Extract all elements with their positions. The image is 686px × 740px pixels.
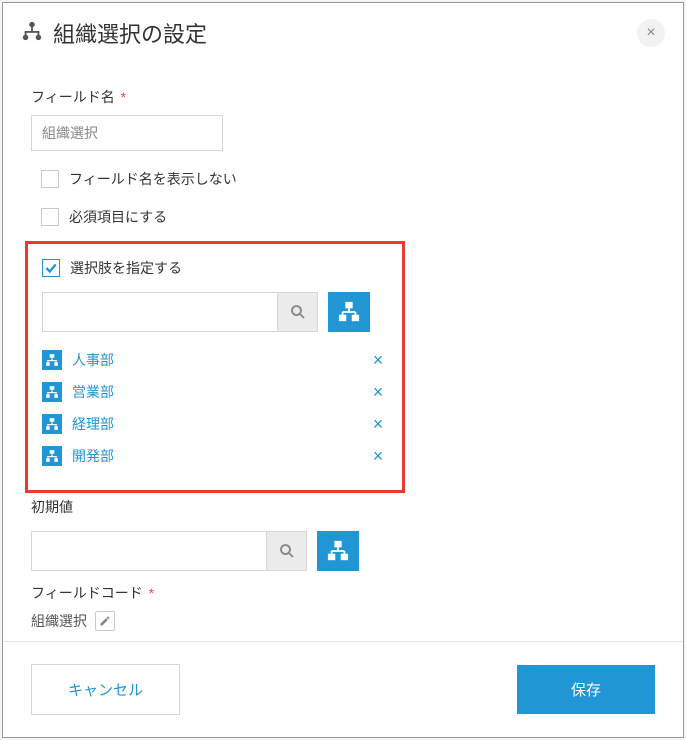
org-item-name[interactable]: 経理部	[72, 414, 114, 434]
close-icon: ×	[646, 24, 655, 42]
hide-name-checkbox[interactable]	[41, 170, 59, 188]
default-search-input[interactable]	[32, 532, 266, 570]
required-mark: *	[145, 585, 154, 601]
edit-field-code-button[interactable]	[95, 611, 115, 631]
org-item-icon	[42, 382, 62, 402]
field-name-input[interactable]	[31, 115, 223, 151]
hide-name-label: フィールド名を表示しない	[69, 169, 237, 189]
field-code-label: フィールドコード *	[31, 583, 655, 603]
specify-checkbox-row[interactable]: 選択肢を指定する	[42, 258, 388, 278]
required-checkbox[interactable]	[41, 208, 59, 226]
default-org-tree-button[interactable]	[317, 531, 359, 571]
default-value-section: 初期値	[31, 497, 655, 571]
selected-org-list: 人事部 × 営業部 × 経理部 ×	[42, 344, 388, 472]
field-code-value: 組織選択	[31, 611, 87, 631]
default-value-label: 初期値	[31, 497, 655, 517]
default-search-row	[31, 531, 655, 571]
list-item: 経理部 ×	[42, 408, 388, 440]
default-search-button[interactable]	[266, 532, 306, 570]
org-item-name[interactable]: 人事部	[72, 350, 114, 370]
search-icon	[289, 303, 307, 321]
org-item-icon	[42, 446, 62, 466]
org-search-group	[42, 292, 318, 332]
org-item-icon	[42, 414, 62, 434]
pencil-icon	[99, 615, 111, 627]
org-tree-button[interactable]	[328, 292, 370, 332]
specify-label: 選択肢を指定する	[70, 258, 182, 278]
dialog-header: 組織選択の設定 ×	[3, 3, 683, 59]
remove-button[interactable]: ×	[368, 382, 388, 403]
search-icon	[278, 542, 296, 560]
dialog: 組織選択の設定 × フィールド名 * フィールド名を表示しない 必須項目にする	[2, 2, 684, 738]
dialog-title: 組織選択の設定	[53, 17, 207, 49]
org-search-button[interactable]	[277, 293, 317, 331]
dialog-footer: キャンセル 保存	[3, 641, 683, 737]
list-item: 人事部 ×	[42, 344, 388, 376]
org-item-name[interactable]: 営業部	[72, 382, 114, 402]
required-mark: *	[117, 89, 126, 105]
org-tree-icon	[338, 301, 360, 323]
org-tree-icon	[327, 540, 349, 562]
org-item-name[interactable]: 開発部	[72, 446, 114, 466]
specify-checkbox[interactable]	[42, 259, 60, 277]
list-item: 開発部 ×	[42, 440, 388, 472]
org-icon	[21, 20, 43, 47]
org-search-input[interactable]	[43, 293, 277, 331]
required-checkbox-row[interactable]: 必須項目にする	[31, 207, 655, 227]
remove-button[interactable]: ×	[368, 414, 388, 435]
default-search-group	[31, 531, 307, 571]
org-item-icon	[42, 350, 62, 370]
close-button[interactable]: ×	[637, 19, 665, 47]
cancel-button[interactable]: キャンセル	[31, 664, 180, 715]
org-search-row	[42, 292, 388, 332]
field-code-row: 組織選択	[31, 611, 655, 631]
remove-button[interactable]: ×	[368, 446, 388, 467]
field-name-label: フィールド名 *	[31, 87, 655, 107]
save-button[interactable]: 保存	[517, 665, 655, 714]
list-item: 営業部 ×	[42, 376, 388, 408]
required-label: 必須項目にする	[69, 207, 167, 227]
remove-button[interactable]: ×	[368, 350, 388, 371]
specify-section-highlight: 選択肢を指定する	[25, 241, 405, 493]
hide-name-checkbox-row[interactable]: フィールド名を表示しない	[31, 169, 655, 189]
field-code-section: フィールドコード * 組織選択	[31, 583, 655, 631]
dialog-body: フィールド名 * フィールド名を表示しない 必須項目にする 選択肢を指定する	[3, 59, 683, 641]
